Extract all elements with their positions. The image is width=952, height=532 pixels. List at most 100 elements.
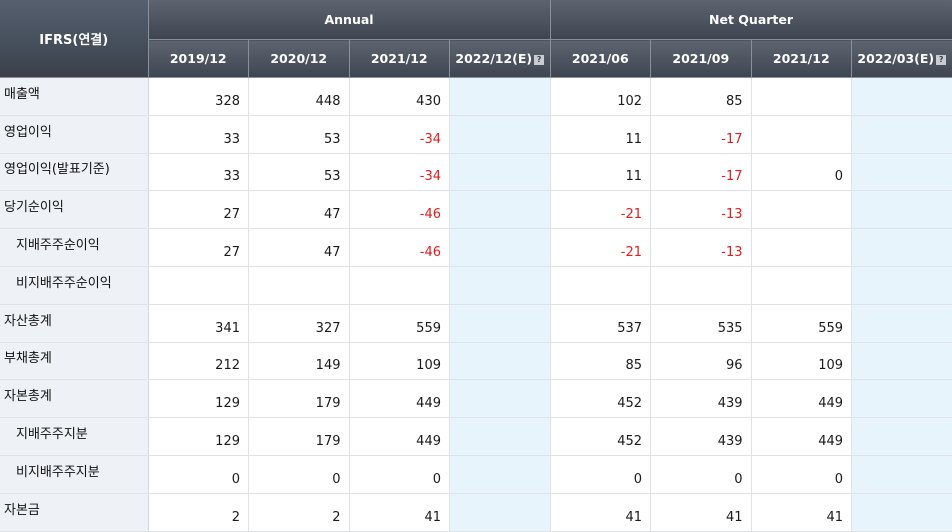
question-mark-icon[interactable]: ? [936, 55, 947, 65]
row-label: 자본총계 [0, 379, 149, 419]
annual-value-cell: 559 [349, 304, 450, 343]
cell-value: 41 [725, 509, 743, 525]
annual-value-cell [449, 379, 551, 419]
quarter-column-header[interactable]: 2021/12 [751, 39, 853, 78]
annual-column-header[interactable]: 2022/12(E)? [449, 39, 551, 78]
cell-value: 85 [725, 93, 743, 109]
annual-value-cell [449, 266, 551, 305]
annual-value-cell [449, 153, 551, 192]
cell-value: -17 [721, 131, 743, 147]
cell-value: 41 [424, 509, 441, 525]
quarter-value-cell [650, 266, 752, 305]
quarter-value-cell [851, 115, 952, 154]
annual-value-cell: 109 [349, 342, 450, 381]
cell-value: 449 [818, 396, 844, 412]
annual-value-cell: 2 [148, 493, 249, 532]
cell-value: 430 [416, 93, 441, 109]
quarter-value-cell: 452 [550, 379, 652, 419]
quarter-group-header[interactable]: Net Quarter [550, 0, 952, 40]
row-label-text: 지배주주지분 [16, 427, 88, 443]
quarter-value-cell: -17 [650, 153, 752, 192]
column-label: 2019/12 [169, 51, 227, 66]
quarter-value-cell: -13 [650, 190, 752, 230]
cell-value: 341 [215, 320, 240, 336]
quarter-value-cell [751, 266, 853, 305]
annual-value-cell [449, 304, 551, 343]
cell-value: 179 [315, 434, 341, 450]
annual-group-header[interactable]: Annual [148, 0, 551, 40]
cell-value: 0 [834, 169, 844, 185]
cell-value: 11 [625, 131, 643, 147]
annual-column-header[interactable]: 2021/12 [349, 39, 450, 78]
cell-value: 0 [332, 471, 341, 487]
table-row: 자본총계 129 179 449 452 439 449 [0, 379, 952, 419]
annual-value-cell: 47 [248, 190, 350, 230]
annual-column-header[interactable]: 2019/12 [148, 39, 249, 78]
column-label: 2020/12 [270, 51, 328, 66]
cell-value: 212 [215, 358, 240, 374]
cell-value: 109 [818, 358, 844, 374]
quarter-value-cell: 449 [751, 417, 853, 456]
annual-value-cell: 179 [248, 379, 350, 419]
cell-value: 47 [323, 245, 341, 261]
quarter-value-cell: -13 [650, 228, 752, 267]
cell-value: 0 [432, 471, 441, 487]
cell-value: 11 [625, 169, 643, 185]
row-label-text: 비지배주주지분 [16, 464, 100, 480]
annual-value-cell [449, 228, 551, 267]
table-row: 비지배주주순이익 [0, 266, 952, 305]
column-label: 2021/12 [370, 51, 428, 66]
row-label: 자산총계 [0, 304, 149, 343]
quarter-value-cell [751, 228, 853, 267]
annual-value-cell [449, 115, 551, 154]
row-label-text: 부채총계 [4, 351, 52, 367]
quarter-value-cell: 535 [650, 304, 752, 343]
annual-value-cell: 2 [248, 493, 350, 532]
column-label: 2021/12 [772, 51, 830, 66]
annual-value-cell [449, 455, 551, 494]
quarter-value-cell: 85 [550, 342, 652, 381]
cell-value: -21 [620, 245, 643, 261]
cell-value: 452 [617, 434, 643, 450]
quarter-column-header[interactable]: 2021/06 [550, 39, 652, 78]
quarter-value-cell: 11 [550, 115, 652, 154]
quarter-value-cell [751, 190, 853, 230]
annual-value-cell: 47 [248, 228, 350, 267]
question-mark-icon[interactable]: ? [534, 55, 545, 65]
annual-value-cell: 0 [148, 455, 249, 494]
annual-value-cell [148, 266, 249, 305]
table-row: 비지배주주지분 0 0 0 0 0 0 [0, 455, 952, 494]
accounting-standard-label: IFRS(연결) [0, 0, 149, 78]
quarter-column-header[interactable]: 2021/09 [650, 39, 752, 78]
quarter-value-cell: 449 [751, 379, 853, 419]
row-label-text: 영업이익 [4, 124, 52, 140]
cell-value: 559 [416, 320, 441, 336]
quarter-value-cell: 0 [650, 455, 752, 494]
annual-value-cell: 53 [248, 115, 350, 154]
quarter-value-cell: 41 [650, 493, 752, 532]
annual-value-cell: 149 [248, 342, 350, 381]
quarter-value-cell [851, 77, 952, 116]
cell-value: 27 [223, 207, 240, 223]
cell-value: 2 [332, 509, 341, 525]
quarter-value-cell: 41 [751, 493, 853, 532]
row-label: 지배주주순이익 [0, 228, 149, 267]
cell-value: 2 [231, 509, 240, 525]
table-row: 영업이익 33 53 -34 11 -17 [0, 115, 952, 154]
quarter-value-cell [851, 228, 952, 267]
quarter-column-header[interactable]: 2022/03(E)? [851, 39, 952, 78]
annual-column-header[interactable]: 2020/12 [248, 39, 350, 78]
cell-value: 41 [625, 509, 643, 525]
cell-value: 0 [834, 471, 844, 487]
cell-value: -46 [419, 245, 441, 261]
annual-value-cell: 212 [148, 342, 249, 381]
cell-value: 96 [725, 358, 743, 374]
quarter-value-cell [851, 304, 952, 343]
annual-value-cell: 0 [349, 455, 450, 494]
cell-value: 27 [223, 245, 240, 261]
row-label-text: 매출액 [4, 86, 40, 102]
annual-value-cell: -46 [349, 228, 450, 267]
cell-value: 47 [323, 207, 341, 223]
annual-value-cell: 327 [248, 304, 350, 343]
annual-value-cell: 0 [248, 455, 350, 494]
